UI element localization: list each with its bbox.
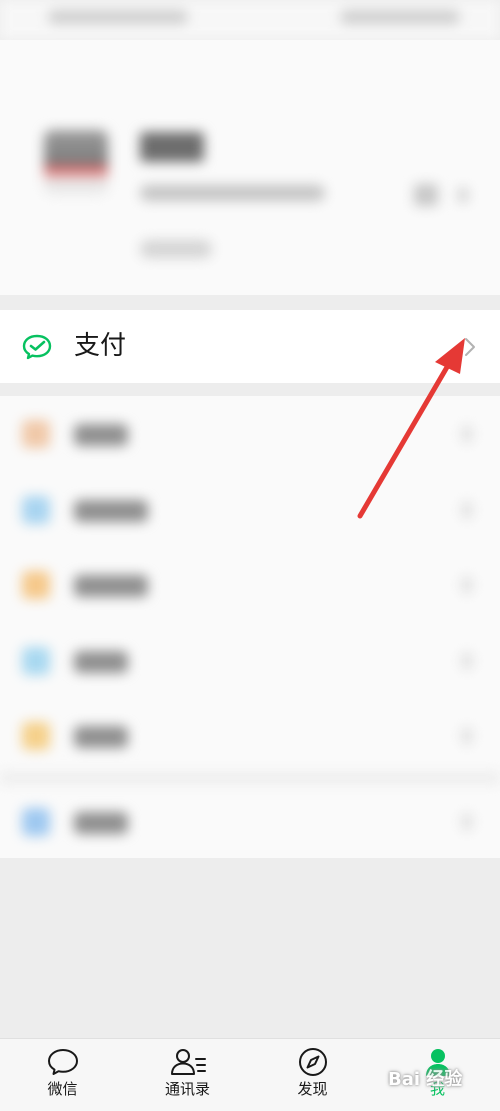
wechat-pay-icon [22,334,52,360]
menu-list [0,396,500,858]
list-item-label-blurred [74,424,128,446]
list-item-label-blurred [74,500,148,522]
chevron-right-icon [458,188,468,202]
favorites-icon [22,420,50,448]
empty-background [0,858,500,1038]
list-item[interactable] [0,547,500,622]
chevron-right-icon [462,814,472,830]
profile-name-blurred [140,132,204,162]
tab-discover[interactable]: 发现 [250,1043,375,1111]
chevron-right-icon [462,653,472,669]
chevron-right-icon [462,502,472,518]
profile-blurred-content [0,40,500,295]
profile-header[interactable] [0,40,500,295]
moments-icon [22,496,50,524]
list-item-label-blurred [74,575,148,597]
stickers-icon [22,722,50,750]
list-item[interactable] [0,784,500,859]
wechat-me-screen: 支付 微信 通讯录 发现 我 Bai 经验 [0,0,500,1111]
avatar[interactable] [44,130,108,194]
cards-icon [22,571,50,599]
baidu-jingyan-watermark: Bai 经验 [388,1069,463,1090]
chevron-right-icon [465,338,475,356]
status-bar-right-blurred [340,10,460,24]
list-item[interactable] [0,472,500,547]
list-item[interactable] [0,396,500,471]
list-item-label-blurred [74,812,128,834]
profile-status-blurred[interactable] [140,240,212,258]
section-divider [0,772,500,784]
compass-icon [298,1048,327,1076]
chevron-right-icon [462,577,472,593]
pay-menu-item[interactable]: 支付 [0,310,500,383]
tab-contacts[interactable]: 通讯录 [125,1043,250,1111]
contacts-icon [170,1049,206,1075]
list-item[interactable] [0,698,500,773]
pay-label: 支付 [74,331,127,361]
menu-list-blurred [0,396,500,858]
chevron-right-icon [462,426,472,442]
settings-icon [22,808,50,836]
qr-code-icon[interactable] [414,184,438,206]
chevron-right-icon [462,728,472,744]
list-item[interactable] [0,623,500,698]
tab-label: 微信 [47,1080,78,1098]
tab-chats[interactable]: 微信 [0,1043,125,1111]
profile-wechat-id-blurred [140,185,325,201]
status-bar-left-blurred [48,10,188,24]
list-item-label-blurred [74,726,128,748]
tab-label: 通讯录 [164,1080,210,1098]
status-bar [0,0,500,40]
list-item-label-blurred [74,651,128,673]
channels-icon [22,647,50,675]
chat-bubble-icon [47,1049,78,1075]
tab-label: 发现 [297,1080,328,1098]
